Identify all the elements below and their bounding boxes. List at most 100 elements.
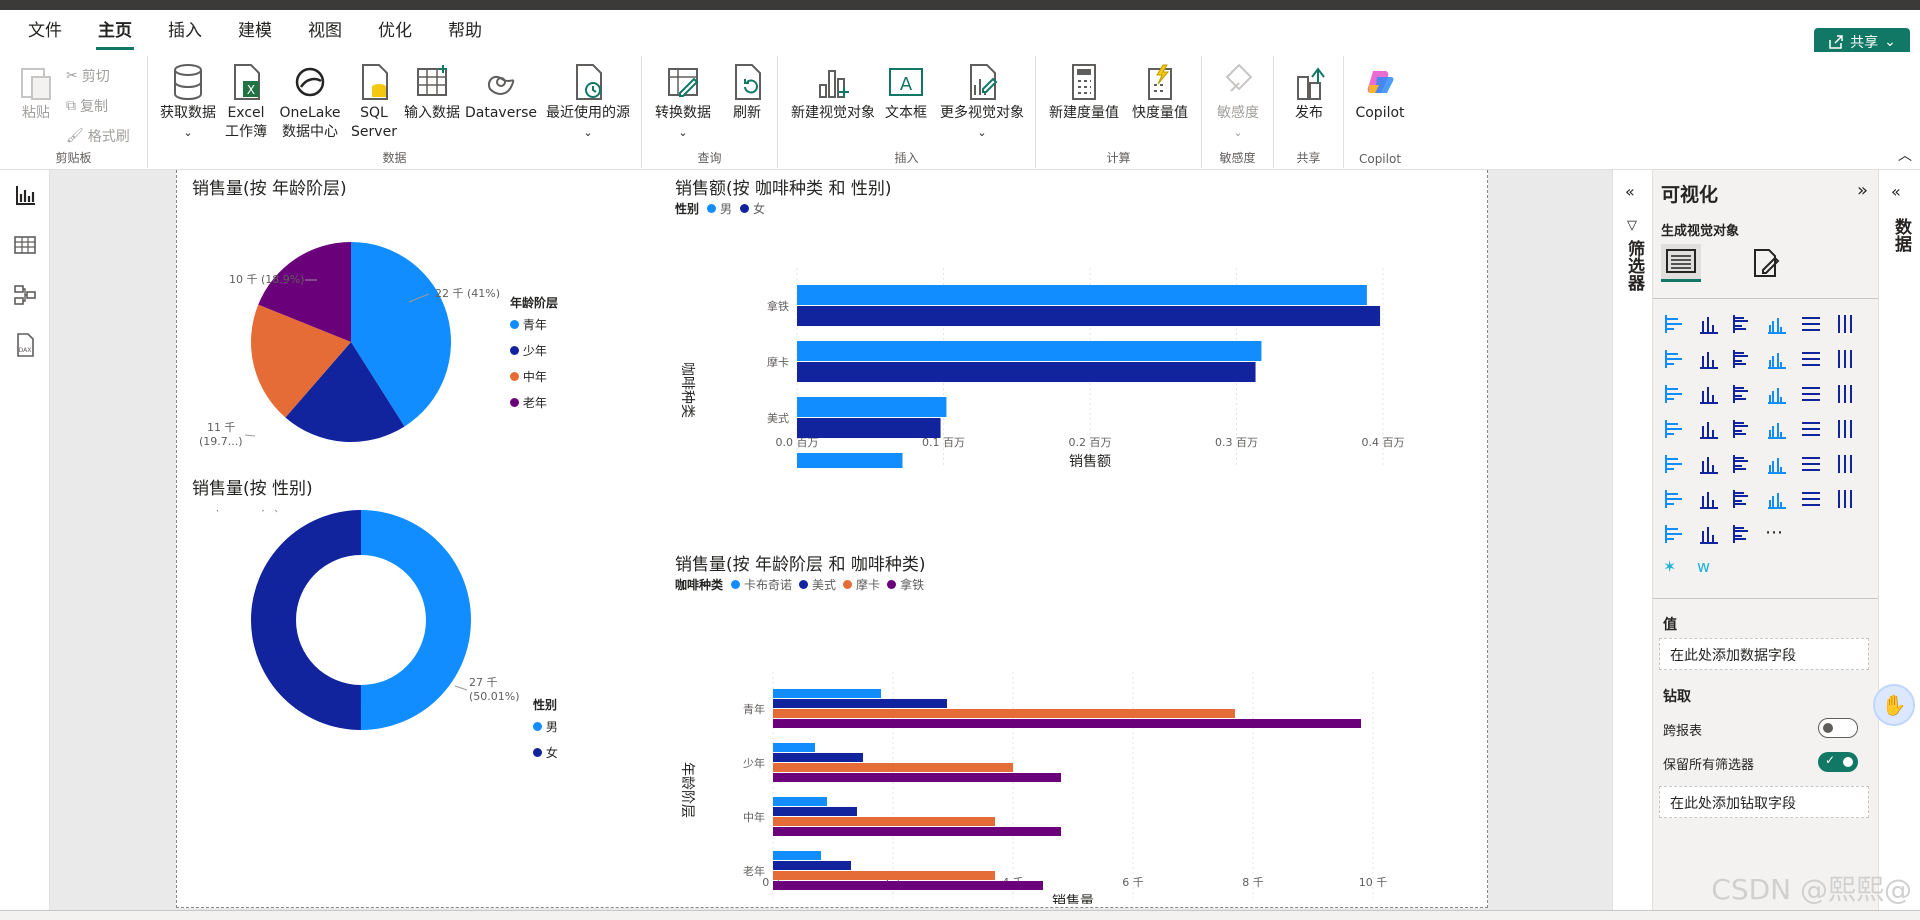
collapse-left-icon[interactable]: « bbox=[1625, 182, 1635, 201]
stacked-area-icon[interactable] bbox=[1731, 347, 1755, 371]
ribbon-icon[interactable] bbox=[1663, 382, 1687, 406]
r-visual-icon[interactable] bbox=[1833, 452, 1857, 476]
copy-button[interactable]: ⧉ 复制 bbox=[66, 96, 108, 116]
bar-2-0[interactable] bbox=[773, 797, 827, 806]
area-icon[interactable] bbox=[1697, 347, 1721, 371]
filter-pane[interactable]: « ▽ 筛选器 bbox=[1612, 170, 1652, 920]
values-well[interactable]: 在此处添加数据字段 bbox=[1659, 638, 1869, 670]
model-view-icon[interactable] bbox=[12, 282, 38, 308]
gauge-icon[interactable] bbox=[1799, 417, 1823, 441]
legend-item-female[interactable]: 女 bbox=[753, 200, 765, 217]
line-icon[interactable] bbox=[1663, 347, 1687, 371]
more-visuals-button[interactable]: 更多视觉对象 ⌄ bbox=[934, 62, 1030, 142]
bar-2-0[interactable] bbox=[797, 397, 947, 417]
bar-1-0[interactable] bbox=[773, 743, 815, 752]
azure-map-icon[interactable] bbox=[1765, 417, 1789, 441]
tab-insert[interactable]: 插入 bbox=[150, 10, 220, 52]
transform-data-button[interactable]: 转换数据 ⌄ bbox=[648, 62, 718, 142]
legend-item-youth[interactable]: 青年 bbox=[510, 312, 558, 338]
bar-0-1[interactable] bbox=[773, 699, 947, 708]
dax-query-view-icon[interactable]: DAX bbox=[12, 332, 38, 358]
bar-2-1[interactable] bbox=[797, 418, 941, 438]
legend-item-female[interactable]: 女 bbox=[533, 740, 558, 766]
donut-slice-1[interactable] bbox=[251, 510, 361, 730]
recent-sources-button[interactable]: 最近使用的源 ⌄ bbox=[538, 62, 638, 142]
bar-0-2[interactable] bbox=[773, 709, 1235, 718]
card-icon[interactable] bbox=[1833, 417, 1857, 441]
bar-3-3[interactable] bbox=[773, 881, 1043, 890]
legend-item-middle[interactable]: 中年 bbox=[510, 364, 558, 390]
paste-button[interactable]: 粘贴 bbox=[14, 62, 58, 123]
bar-1-3[interactable] bbox=[773, 773, 1061, 782]
drill-through-well[interactable]: 在此处添加钻取字段 bbox=[1659, 786, 1869, 818]
kpi-icon[interactable] bbox=[1697, 452, 1721, 476]
keep-filters-toggle[interactable]: ✓ bbox=[1818, 752, 1858, 772]
legend-item-mocha[interactable]: 摩卡 bbox=[856, 576, 880, 593]
collapse-right-icon[interactable]: » bbox=[1857, 180, 1868, 201]
assistant-bubble[interactable]: ✋ bbox=[1873, 684, 1915, 726]
legend-item-cappuccino[interactable]: 卡布奇诺 bbox=[744, 576, 792, 593]
bar-chart-coffee-sales[interactable]: 0.0 百万0.1 百万0.2 百万0.3 百万0.4 百万拿铁摩卡美式卡布奇诺… bbox=[667, 218, 1477, 468]
multirow-card-icon[interactable] bbox=[1663, 452, 1687, 476]
key-influencers-icon[interactable] bbox=[1697, 487, 1721, 511]
copilot-button[interactable]: Copilot bbox=[1352, 62, 1408, 123]
decomposition-tree-icon[interactable] bbox=[1731, 487, 1755, 511]
funnel-icon[interactable] bbox=[1731, 382, 1755, 406]
quick-measure-button[interactable]: 快度量值 bbox=[1124, 62, 1196, 123]
slicer-icon[interactable] bbox=[1731, 452, 1755, 476]
leader-line[interactable] bbox=[244, 434, 256, 437]
tab-help[interactable]: 帮助 bbox=[430, 10, 500, 52]
waterfall-icon[interactable] bbox=[1697, 382, 1721, 406]
bar-1-2[interactable] bbox=[773, 763, 1013, 772]
tab-optimize[interactable]: 优化 bbox=[360, 10, 430, 52]
filled-map-icon[interactable] bbox=[1731, 417, 1755, 441]
tab-file[interactable]: 文件 bbox=[10, 10, 80, 52]
tab-view[interactable]: 视图 bbox=[290, 10, 360, 52]
100-bar-icon[interactable] bbox=[1799, 312, 1823, 336]
donut-slice-0[interactable] bbox=[360, 510, 472, 730]
custom-visual-a-icon[interactable]: ✶ bbox=[1663, 557, 1687, 581]
sql-server-button[interactable]: SQL Server bbox=[351, 62, 397, 142]
collapse-left-icon[interactable]: « bbox=[1891, 182, 1901, 201]
build-visual-tab[interactable] bbox=[1661, 244, 1701, 282]
metrics-icon[interactable] bbox=[1697, 522, 1721, 546]
legend-item-male[interactable]: 男 bbox=[720, 200, 732, 217]
matrix-icon[interactable] bbox=[1799, 452, 1823, 476]
table-icon[interactable] bbox=[1765, 452, 1789, 476]
pie-icon[interactable] bbox=[1799, 382, 1823, 406]
legend-item-americano[interactable]: 美式 bbox=[812, 576, 836, 593]
more-icon[interactable]: ⋯ bbox=[1765, 522, 1789, 546]
line-clustered-icon[interactable] bbox=[1833, 347, 1857, 371]
bar-0-1[interactable] bbox=[797, 306, 1381, 326]
report-view-icon[interactable] bbox=[12, 182, 38, 208]
bar-0-0[interactable] bbox=[797, 285, 1367, 305]
data-pane[interactable]: « 数据 ✋ bbox=[1873, 170, 1920, 920]
bar-3-0[interactable] bbox=[797, 453, 903, 468]
python-visual-icon[interactable] bbox=[1663, 487, 1687, 511]
stacked-column-icon[interactable] bbox=[1697, 312, 1721, 336]
textbox-button[interactable]: A 文本框 bbox=[882, 62, 930, 123]
legend-item-latte[interactable]: 拿铁 bbox=[900, 576, 924, 593]
format-painter-button[interactable]: 🖌 格式刷 bbox=[66, 126, 130, 146]
cross-report-toggle[interactable] bbox=[1818, 718, 1858, 738]
clustered-bar-icon[interactable] bbox=[1731, 312, 1755, 336]
stacked-bar-icon[interactable] bbox=[1663, 312, 1687, 336]
table-view-icon[interactable] bbox=[12, 232, 38, 258]
new-visual-button[interactable]: 新建视觉对象 bbox=[788, 62, 878, 123]
qa-icon[interactable] bbox=[1765, 487, 1789, 511]
collapse-ribbon-icon[interactable]: ︿ bbox=[1898, 145, 1912, 165]
bar-0-3[interactable] bbox=[773, 719, 1361, 728]
tab-modeling[interactable]: 建模 bbox=[220, 10, 290, 52]
bar-3-1[interactable] bbox=[773, 861, 851, 870]
bar-3-0[interactable] bbox=[773, 851, 821, 860]
bar-1-1[interactable] bbox=[797, 362, 1256, 382]
narrative-icon[interactable] bbox=[1799, 487, 1823, 511]
dataverse-button[interactable]: Dataverse bbox=[465, 62, 537, 123]
100-column-icon[interactable] bbox=[1833, 312, 1857, 336]
paginated-icon[interactable] bbox=[1663, 522, 1687, 546]
map-icon[interactable] bbox=[1697, 417, 1721, 441]
100-area-icon[interactable] bbox=[1765, 347, 1789, 371]
onelake-button[interactable]: OneLake 数据中心 bbox=[272, 62, 348, 142]
goals-icon[interactable] bbox=[1833, 487, 1857, 511]
line-column-icon[interactable] bbox=[1799, 347, 1823, 371]
